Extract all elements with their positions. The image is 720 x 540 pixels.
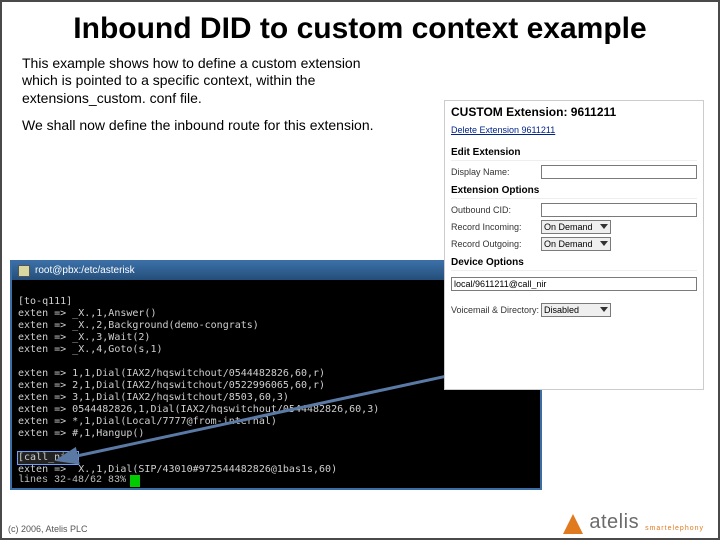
terminal-highlight-header: [call_nir] (18, 452, 78, 464)
brand-tagline: smartelephony (645, 525, 704, 532)
display-name-label: Display Name: (451, 167, 541, 177)
display-name-input[interactable] (541, 165, 697, 179)
voicemail-label: Voicemail & Directory: (451, 305, 541, 315)
record-incoming-label: Record Incoming: (451, 222, 541, 232)
body-paragraph: This example shows how to define a custo… (22, 55, 392, 108)
slide-title: Inbound DID to custom context example (2, 2, 718, 51)
section-device-options: Device Options (451, 257, 697, 271)
outbound-cid-input[interactable] (541, 203, 697, 217)
record-outgoing-label: Record Outgoing: (451, 239, 541, 249)
voicemail-select[interactable]: Disabled (541, 303, 611, 317)
dial-input[interactable] (451, 277, 697, 291)
body-paragraph: We shall now define the inbound route fo… (22, 117, 392, 135)
section-ext-options: Extension Options (451, 185, 697, 199)
logo-triangle-icon (563, 514, 583, 534)
record-incoming-select[interactable]: On Demand (541, 220, 611, 234)
terminal-title: root@pbx:/etc/asterisk (35, 265, 135, 277)
brand-logo: atelis smartelephony (563, 511, 704, 534)
brand-name: atelis (589, 511, 639, 534)
copyright: (c) 2006, Atelis PLC (8, 524, 88, 534)
terminal-icon (18, 265, 30, 277)
slide-body: This example shows how to define a custo… (2, 55, 412, 135)
terminal-status: lines 32-48/62 83% (12, 474, 540, 488)
delete-extension-link[interactable]: Delete Extension 9611211 (451, 125, 555, 135)
section-edit: Edit Extension (451, 147, 697, 161)
form-heading: CUSTOM Extension: 9611211 (451, 105, 697, 119)
extension-form: CUSTOM Extension: 9611211 Delete Extensi… (444, 100, 704, 390)
record-outgoing-select[interactable]: On Demand (541, 237, 611, 251)
outbound-cid-label: Outbound CID: (451, 205, 541, 215)
